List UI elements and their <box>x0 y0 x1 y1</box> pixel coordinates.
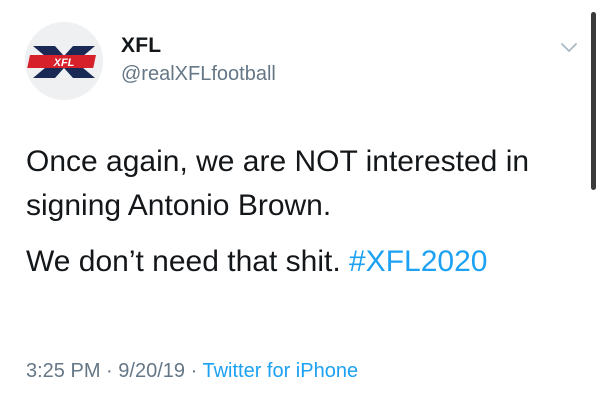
separator: · <box>190 360 198 382</box>
tweet-card: XFL XFL @realXFLfootball Once again, we … <box>0 0 600 410</box>
logo-wordmark: XFL <box>53 57 75 69</box>
scrollbar[interactable] <box>591 12 596 190</box>
tweet-text-line-2-body: We don’t need that shit. <box>26 245 341 278</box>
author-handle[interactable]: @realXFLfootball <box>121 63 276 86</box>
tweet-time[interactable]: 3:25 PM <box>26 360 100 382</box>
tweet-source-link[interactable]: Twitter for iPhone <box>202 360 358 382</box>
chevron-down-icon[interactable] <box>558 36 580 58</box>
tweet-text-line-1: Once again, we are NOT interested in sig… <box>26 145 530 222</box>
separator: · <box>106 360 113 382</box>
avatar[interactable]: XFL <box>25 22 103 100</box>
tweet-text: Once again, we are NOT interested in sig… <box>26 140 586 284</box>
tweet-text-line-2: We don’t need that shit. #XFL2020 <box>26 240 586 284</box>
hashtag-link[interactable]: #XFL2020 <box>349 245 487 278</box>
tweet-date[interactable]: 9/20/19 <box>118 360 185 382</box>
tweet-metadata: 3:25 PM · 9/20/19 · Twitter for iPhone <box>26 360 358 383</box>
author-name[interactable]: XFL <box>121 34 161 58</box>
xfl-logo-icon: XFL <box>25 22 103 100</box>
